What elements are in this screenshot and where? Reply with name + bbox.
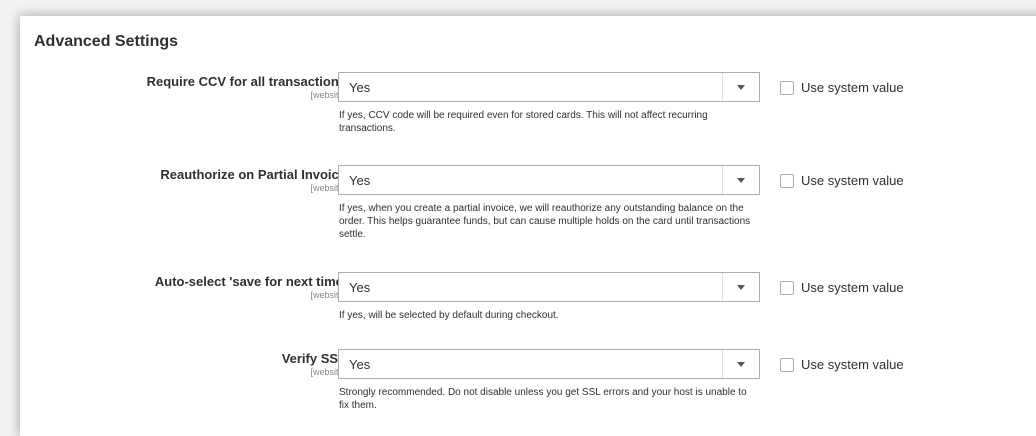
select-value: Yes (349, 280, 371, 295)
chevron-down-icon[interactable] (722, 273, 759, 301)
field-label: Reauthorize on Partial Invoice [website] (160, 167, 346, 193)
select-value: Yes (349, 173, 371, 188)
use-system-value[interactable]: Use system value (780, 173, 904, 188)
select-value: Yes (349, 80, 371, 95)
reauthorize-select[interactable]: Yes (338, 165, 760, 195)
select-value: Yes (349, 357, 371, 372)
use-system-checkbox[interactable] (780, 357, 794, 372)
field-scope: [website] (310, 183, 346, 193)
use-system-checkbox[interactable] (780, 173, 794, 188)
section-title[interactable]: Advanced Settings (34, 33, 178, 51)
use-system-label[interactable]: Use system value (801, 173, 904, 188)
use-system-label[interactable]: Use system value (801, 280, 904, 295)
use-system-label[interactable]: Use system value (801, 80, 904, 95)
field-label-text: Auto-select 'save for next time' (154, 274, 346, 289)
field-scope: [website] (310, 90, 346, 100)
field-label: Verify SSL [website] (282, 351, 346, 377)
auto-select-save-select[interactable]: Yes (338, 272, 760, 302)
field-label: Auto-select 'save for next time' [websit… (155, 274, 346, 300)
field-label-text: Verify SSL (281, 351, 346, 366)
chevron-down-icon[interactable] (722, 166, 759, 194)
use-system-value[interactable]: Use system value (780, 357, 904, 372)
chevron-down-icon[interactable] (722, 73, 759, 101)
field-note: If yes, when you create a partial invoic… (339, 203, 751, 240)
use-system-checkbox[interactable] (780, 280, 794, 295)
field-note: If yes, will be selected by default duri… (339, 310, 559, 321)
field-note: If yes, CCV code will be required even f… (339, 110, 708, 134)
use-system-value[interactable]: Use system value (780, 80, 904, 95)
chevron-down-icon[interactable] (722, 350, 759, 378)
use-system-label[interactable]: Use system value (801, 357, 904, 372)
verify-ssl-select[interactable]: Yes (338, 349, 760, 379)
field-label-text: Reauthorize on Partial Invoice (160, 167, 346, 182)
field-scope: [website] (310, 367, 346, 377)
field-scope: [website] (310, 290, 346, 300)
use-system-checkbox[interactable] (780, 80, 794, 95)
use-system-value[interactable]: Use system value (780, 280, 904, 295)
field-note: Strongly recommended. Do not disable unl… (339, 387, 747, 411)
field-label: Require CCV for all transactions [websit… (147, 74, 346, 100)
field-label-text: Require CCV for all transactions (146, 74, 346, 89)
require-ccv-select[interactable]: Yes (338, 72, 760, 102)
settings-panel: Advanced Settings Require CCV for all tr… (20, 16, 1036, 436)
